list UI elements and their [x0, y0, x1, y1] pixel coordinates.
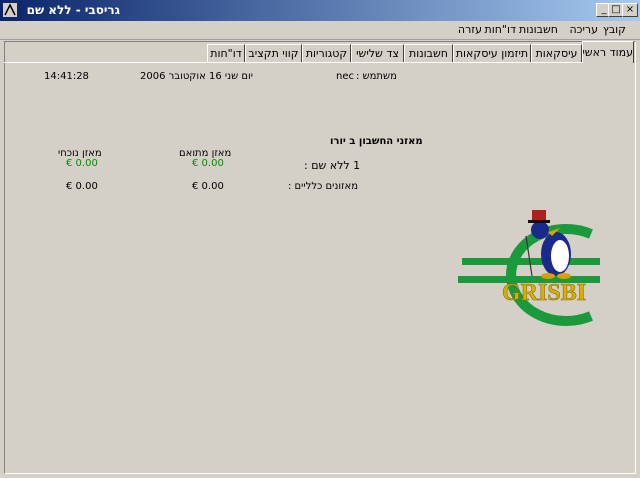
menu-accounts[interactable]: חשבונות: [519, 23, 558, 36]
totals-label: מאזונים כלליים :: [288, 181, 359, 192]
tab-categories[interactable]: קטגוריות: [302, 44, 351, 62]
tab-budget-lines[interactable]: קווי תקציב: [245, 44, 302, 62]
user-label: משתמש :: [356, 71, 397, 82]
tab-third-parties[interactable]: צד שלישי: [351, 44, 404, 62]
menu-reports[interactable]: דו"חות: [485, 23, 516, 36]
tab-transactions[interactable]: עיסקאות: [531, 44, 582, 62]
grisbi-logo: GRISBI: [458, 210, 600, 326]
section-title: מאזני החשבון ב יורו: [330, 136, 423, 147]
close-button[interactable]: ×: [622, 3, 638, 17]
title-bar: גריסבי - ללא שם _ □ ×: [0, 0, 640, 21]
account-row-reconciled: € 0.00: [192, 158, 224, 169]
logo-text: GRISBI: [502, 280, 586, 306]
menu-file[interactable]: קובץ: [603, 23, 626, 36]
user-name: nec: [336, 71, 354, 82]
total-reconciled: € 0.00: [192, 181, 224, 192]
menu-help[interactable]: עזרה: [458, 23, 482, 36]
account-row-current: € 0.00: [66, 158, 98, 169]
current-date: יום שני 16 אוקטובר 2006: [140, 71, 253, 82]
tab-home[interactable]: עמוד ראשי: [582, 41, 634, 63]
menu-edit[interactable]: עריכה: [569, 23, 598, 36]
account-row-name[interactable]: 1 ללא שם :: [304, 159, 360, 172]
window-title: גריסבי - ללא שם: [26, 3, 120, 17]
tab-scheduled[interactable]: תיזמון עיסקאות: [453, 44, 531, 62]
total-current: € 0.00: [66, 181, 98, 192]
tab-reports[interactable]: דו"חות: [207, 44, 245, 62]
app-icon[interactable]: [2, 2, 18, 18]
tab-accounts[interactable]: חשבונות: [404, 44, 453, 62]
penguin-mascot-icon: [525, 210, 571, 279]
menu-bar: קובץ עריכה חשבונות דו"חות עזרה: [0, 21, 640, 40]
clock-time: 14:41:28: [44, 71, 89, 82]
